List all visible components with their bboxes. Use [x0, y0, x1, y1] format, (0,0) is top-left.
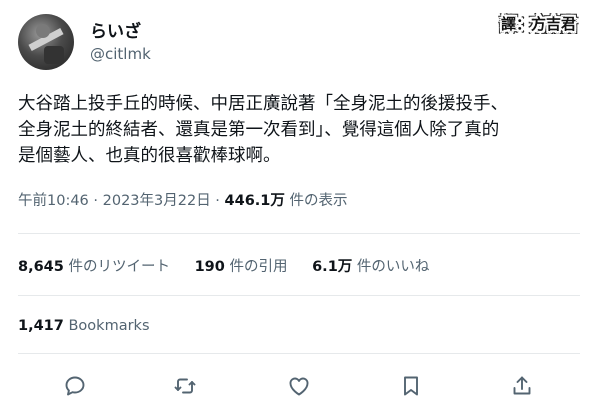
- engagement-stats: 8,645 件のリツイート 190 件の引用 6.1万 件のいいね: [18, 255, 449, 276]
- bookmarks-label: Bookmarks: [63, 318, 150, 334]
- retweets-label: 件のリツイート: [63, 259, 170, 275]
- share-button[interactable]: [508, 372, 536, 400]
- tweet-text: 大谷踏上投手丘的時候、中居正廣說著「全身泥土的後援投手、 全身泥土的終結者、還真…: [18, 91, 586, 169]
- author-name[interactable]: らいざ: [90, 17, 141, 42]
- bookmark-icon: [404, 376, 418, 396]
- share-icon: [513, 376, 531, 395]
- retweets-count: 8,645: [18, 259, 64, 275]
- timestamp[interactable]: 午前10:46 · 2023年3月22日 ·: [18, 193, 225, 209]
- retweets-stat[interactable]: 8,645 件のリツイート: [18, 259, 170, 275]
- divider: [18, 295, 580, 296]
- bookmarks-count: 1,417: [18, 318, 64, 334]
- bookmark-button[interactable]: [397, 372, 425, 400]
- divider: [18, 233, 580, 234]
- tweet-line: 大谷踏上投手丘的時候、中居正廣說著「全身泥土的後援投手、: [18, 94, 508, 114]
- like-button[interactable]: [285, 372, 313, 400]
- divider: [18, 353, 580, 354]
- retweet-button[interactable]: [171, 372, 199, 400]
- tweet-line: 是個藝人、也真的很喜歡棒球啊。: [18, 146, 281, 166]
- views-label: 件の表示: [284, 193, 348, 209]
- tweet-meta: 午前10:46 · 2023年3月22日 · 446.1万 件の表示: [18, 189, 348, 210]
- avatar[interactable]: [18, 14, 74, 70]
- retweet-icon: [174, 378, 196, 394]
- likes-count: 6.1万: [312, 259, 353, 275]
- reply-icon: [65, 376, 85, 396]
- likes-stat[interactable]: 6.1万 件のいいね: [312, 259, 429, 275]
- like-icon: [289, 377, 309, 396]
- author-handle[interactable]: @citlmk: [90, 45, 151, 63]
- tweet-line: 全身泥土的終結者、還真是第一次看到」、覺得這個人除了真的: [18, 120, 500, 140]
- translator-credit: 譯：方吉君: [500, 15, 576, 33]
- views-count: 446.1万: [224, 193, 285, 209]
- quotes-stat[interactable]: 190 件の引用: [195, 259, 288, 275]
- quotes-count: 190: [194, 259, 225, 275]
- bookmarks-stat[interactable]: 1,417 Bookmarks: [18, 318, 150, 334]
- action-bar: [0, 370, 598, 402]
- likes-label: 件のいいね: [352, 259, 430, 275]
- reply-button[interactable]: [61, 372, 89, 400]
- quotes-label: 件の引用: [224, 259, 288, 275]
